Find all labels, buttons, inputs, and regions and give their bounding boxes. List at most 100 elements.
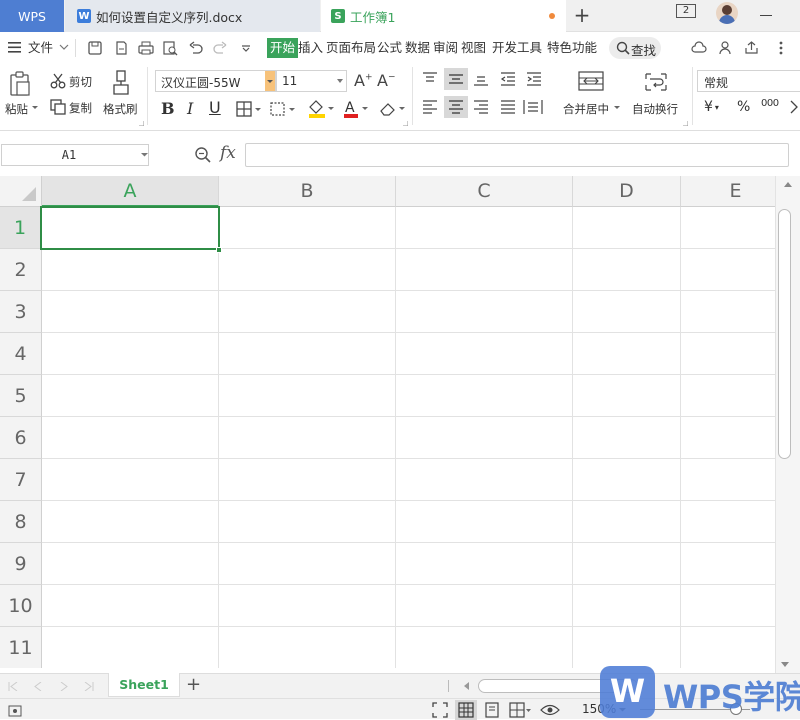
cell-e4[interactable] <box>681 333 775 375</box>
user-avatar[interactable] <box>716 2 738 24</box>
minimize-icon[interactable] <box>760 15 772 16</box>
undo-icon[interactable] <box>189 41 203 55</box>
cut-button[interactable]: 剪切 <box>69 74 92 90</box>
decimal-increase-icon[interactable] <box>789 99 800 115</box>
cell-c2[interactable] <box>396 249 573 291</box>
cell-c1[interactable] <box>396 207 573 249</box>
cell-e10[interactable] <box>681 585 775 627</box>
sheet-tab-sheet1[interactable]: Sheet1 <box>108 673 180 697</box>
tab-document[interactable]: W 如何设置自定义序列.docx <box>65 0 320 32</box>
cell-e2[interactable] <box>681 249 775 291</box>
currency-format-icon[interactable]: ¥ ▾ <box>704 99 719 115</box>
share-icon[interactable] <box>744 40 759 55</box>
cell-a6[interactable] <box>42 417 219 459</box>
increase-indent-icon[interactable] <box>526 72 542 86</box>
name-box[interactable]: A1 <box>1 144 149 166</box>
row-header-1[interactable]: 1 <box>0 207 42 249</box>
cell-b11[interactable] <box>219 627 396 668</box>
column-header-c[interactable]: C <box>396 176 573 207</box>
clear-format-icon[interactable] <box>378 100 406 118</box>
font-name-dropdown-icon[interactable] <box>265 71 275 91</box>
search-box[interactable]: 查找 <box>609 37 661 59</box>
cell-d7[interactable] <box>573 459 681 501</box>
cell-a8[interactable] <box>42 501 219 543</box>
tab-view[interactable]: 视图 <box>461 38 486 58</box>
cell-e8[interactable] <box>681 501 775 543</box>
vertical-scrollbar[interactable] <box>775 176 800 673</box>
share-user-icon[interactable] <box>718 40 733 55</box>
splitter-handle[interactable] <box>448 680 449 692</box>
cell-d10[interactable] <box>573 585 681 627</box>
cell-a3[interactable] <box>42 291 219 333</box>
prev-sheet-icon[interactable] <box>34 682 42 691</box>
cell-a11[interactable] <box>42 627 219 668</box>
save-icon[interactable] <box>88 41 102 55</box>
row-header-10[interactable]: 10 <box>0 585 42 627</box>
cell-b1[interactable] <box>219 207 396 249</box>
cell-d3[interactable] <box>573 291 681 333</box>
fill-color-icon[interactable] <box>307 99 335 119</box>
format-painter-icon[interactable] <box>111 70 131 96</box>
align-center-button[interactable] <box>444 96 468 118</box>
merge-dropdown-icon[interactable] <box>614 106 620 110</box>
tab-insert[interactable]: 插入 <box>298 38 323 58</box>
redo-icon[interactable] <box>213 41 227 55</box>
cell-a2[interactable] <box>42 249 219 291</box>
fullscreen-icon[interactable] <box>432 702 448 718</box>
font-name-select[interactable]: 汉仪正圆-55W <box>155 70 276 92</box>
cell-e9[interactable] <box>681 543 775 585</box>
cell-b9[interactable] <box>219 543 396 585</box>
cell-a7[interactable] <box>42 459 219 501</box>
number-format-select[interactable]: 常规 <box>697 70 800 92</box>
format-painter-button[interactable]: 格式刷 <box>103 101 138 117</box>
percent-format-icon[interactable]: % <box>737 99 750 115</box>
align-bottom-icon[interactable] <box>473 72 489 86</box>
select-all-corner[interactable] <box>0 176 42 207</box>
row-header-8[interactable]: 8 <box>0 501 42 543</box>
cell-e6[interactable] <box>681 417 775 459</box>
next-sheet-icon[interactable] <box>60 682 68 691</box>
cell-b10[interactable] <box>219 585 396 627</box>
quick-access-dropdown-icon[interactable] <box>241 45 251 53</box>
page-layout-view-icon[interactable] <box>484 702 500 718</box>
decrease-indent-icon[interactable] <box>500 72 516 86</box>
column-header-a[interactable]: A <box>42 176 219 207</box>
scroll-up-icon[interactable] <box>784 182 792 187</box>
cell-c10[interactable] <box>396 585 573 627</box>
cell-c4[interactable] <box>396 333 573 375</box>
paste-icon[interactable] <box>9 71 31 97</box>
scissors-icon[interactable] <box>50 73 66 89</box>
font-launcher-icon[interactable] <box>403 121 408 126</box>
row-header-9[interactable]: 9 <box>0 543 42 585</box>
add-sheet-button[interactable]: + <box>186 674 201 695</box>
tab-page-layout[interactable]: 页面布局 <box>326 38 376 58</box>
align-right-icon[interactable] <box>473 100 489 114</box>
italic-icon[interactable]: I <box>187 99 193 118</box>
cell-c11[interactable] <box>396 627 573 668</box>
row-header-6[interactable]: 6 <box>0 417 42 459</box>
row-header-5[interactable]: 5 <box>0 375 42 417</box>
wrap-text-icon[interactable] <box>643 71 669 93</box>
cell-e7[interactable] <box>681 459 775 501</box>
borders-icon[interactable] <box>236 101 262 117</box>
cell-d2[interactable] <box>573 249 681 291</box>
increase-font-size-icon[interactable]: A+ <box>354 71 373 90</box>
cloud-sync-icon[interactable] <box>691 41 707 54</box>
fill-handle[interactable] <box>216 247 222 253</box>
decrease-font-size-icon[interactable]: A− <box>377 71 396 90</box>
align-middle-button[interactable] <box>444 68 468 90</box>
normal-view-button[interactable] <box>455 700 477 720</box>
merge-center-icon[interactable] <box>578 71 604 91</box>
cell-a10[interactable] <box>42 585 219 627</box>
cell-b3[interactable] <box>219 291 396 333</box>
cell-d11[interactable] <box>573 627 681 668</box>
last-sheet-icon[interactable] <box>84 682 94 691</box>
cell-d1[interactable] <box>573 207 681 249</box>
more-options-icon[interactable] <box>779 41 783 55</box>
cell-b7[interactable] <box>219 459 396 501</box>
row-header-4[interactable]: 4 <box>0 333 42 375</box>
window-count-badge[interactable]: 2 <box>676 4 696 18</box>
cell-a5[interactable] <box>42 375 219 417</box>
new-tab-button[interactable]: + <box>572 3 592 27</box>
tab-developer[interactable]: 开发工具 <box>492 38 542 58</box>
